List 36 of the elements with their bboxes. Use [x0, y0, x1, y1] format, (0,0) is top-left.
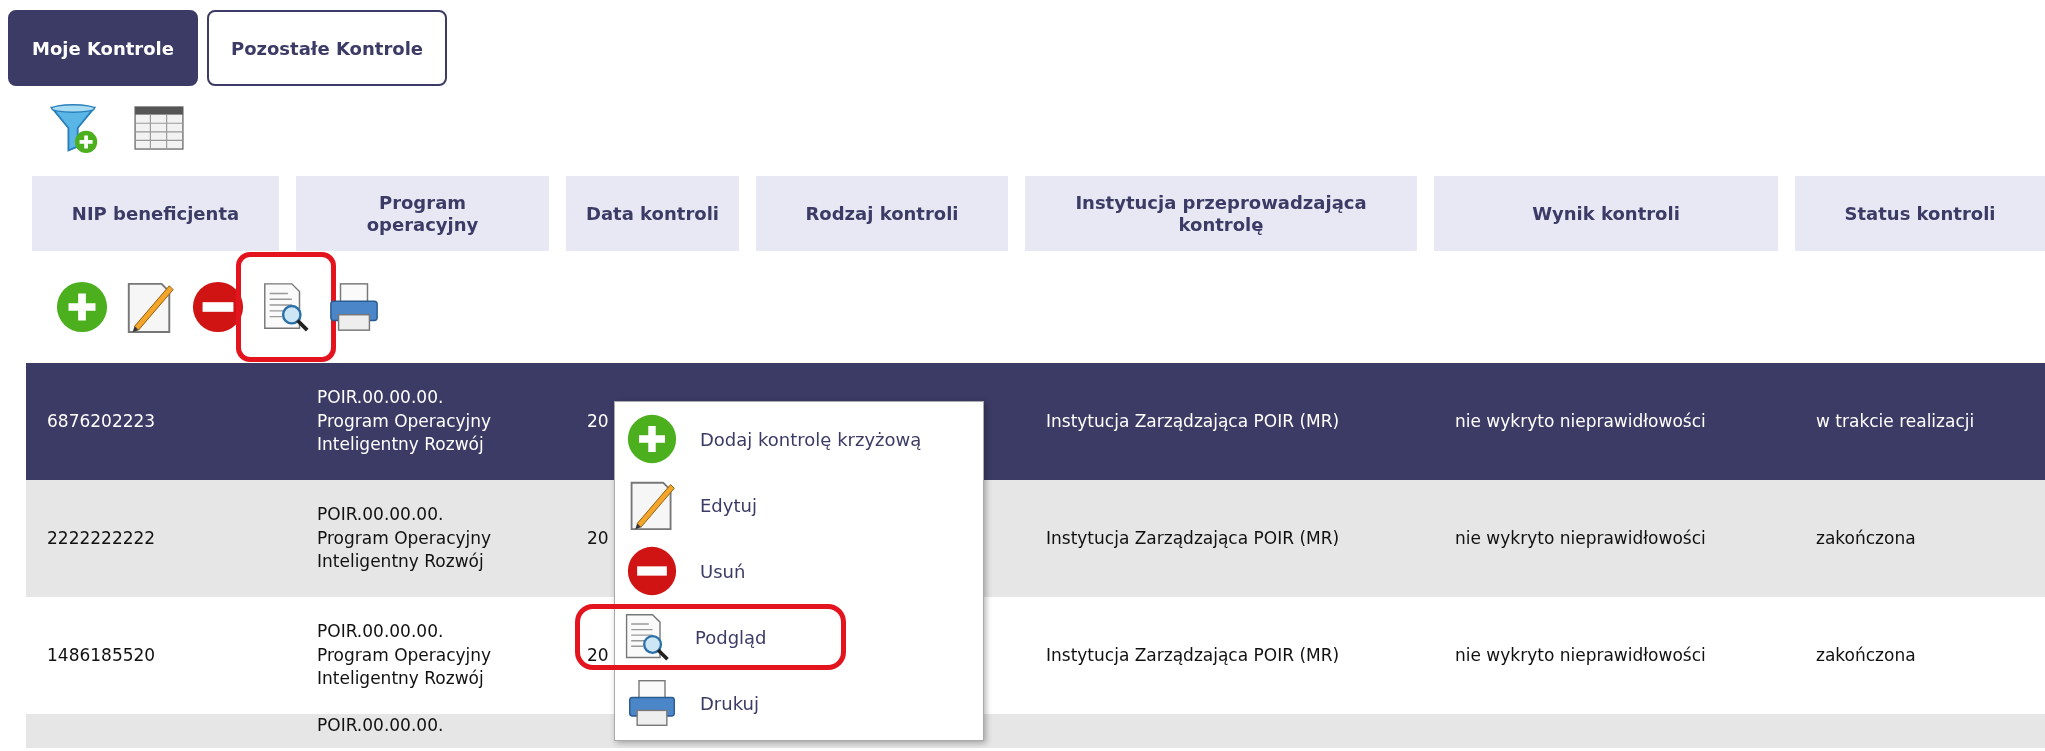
menu-item[interactable]: Dodaj kontrolę krzyżową [615, 406, 983, 472]
table-cell-text: zakończona [1816, 526, 1916, 550]
table-cell-text: POIR.00.00.00. Program Operacyjny Inteligentny Rozwój [317, 385, 493, 457]
table-cell-text: 6876202223 [47, 409, 156, 433]
minus-icon[interactable] [191, 279, 245, 335]
table-cell-text: nie wykryto nieprawidłowości [1455, 643, 1706, 667]
table-cell-text: Instytucja Zarządzająca POIR (MR) [1046, 409, 1340, 433]
column-header[interactable]: Data kontroli [566, 176, 739, 251]
column-header[interactable]: Status kontroli [1795, 176, 2045, 251]
plus-icon [626, 413, 678, 465]
column-header[interactable]: NIP beneficjenta [32, 176, 279, 251]
minus-icon [626, 545, 678, 597]
table-cell-text: Instytucja Zarządzająca POIR (MR) [1046, 643, 1340, 667]
table-cell-text: 2222222222 [47, 526, 156, 550]
filter-icon[interactable] [48, 102, 100, 154]
column-header[interactable]: Wynik kontroli [1434, 176, 1778, 251]
table-cell-text: Instytucja Zarządzająca POIR (MR) [1046, 526, 1340, 550]
table-icon[interactable] [134, 106, 184, 150]
table-cell-text: POIR.00.00.00. Program Operacyjny Inteligentny Rozwój [317, 502, 493, 574]
table-cell-text: 20 [587, 643, 609, 667]
column-header[interactable]: Program operacyjny [296, 176, 549, 251]
plus-icon[interactable] [55, 279, 109, 335]
tab[interactable]: Moje Kontrole [8, 10, 198, 86]
table-cell-text: POIR.00.00.00. Program Operacyjny Inteligentny Rozwój [317, 619, 493, 691]
printer-icon [626, 677, 678, 729]
table-cell-text: 1486185520 [47, 643, 156, 667]
tab[interactable]: Pozostałe Kontrole [206, 10, 448, 86]
table-cell-text: POIR.00.00.00. [317, 714, 444, 737]
table-cell-text: nie wykryto nieprawidłowości [1455, 409, 1706, 433]
table-cell-text: w trakcie realizacji [1816, 409, 1975, 433]
table-cell-text: zakończona [1816, 643, 1916, 667]
column-header[interactable]: Instytucja przeprowadzająca kontrolę [1025, 176, 1417, 251]
table-cell-text: 20 [587, 409, 609, 433]
table-cell-text: nie wykryto nieprawidłowości [1455, 526, 1706, 550]
table-cell-text: 20 [587, 526, 609, 550]
column-header[interactable]: Rodzaj kontroli [756, 176, 1008, 251]
